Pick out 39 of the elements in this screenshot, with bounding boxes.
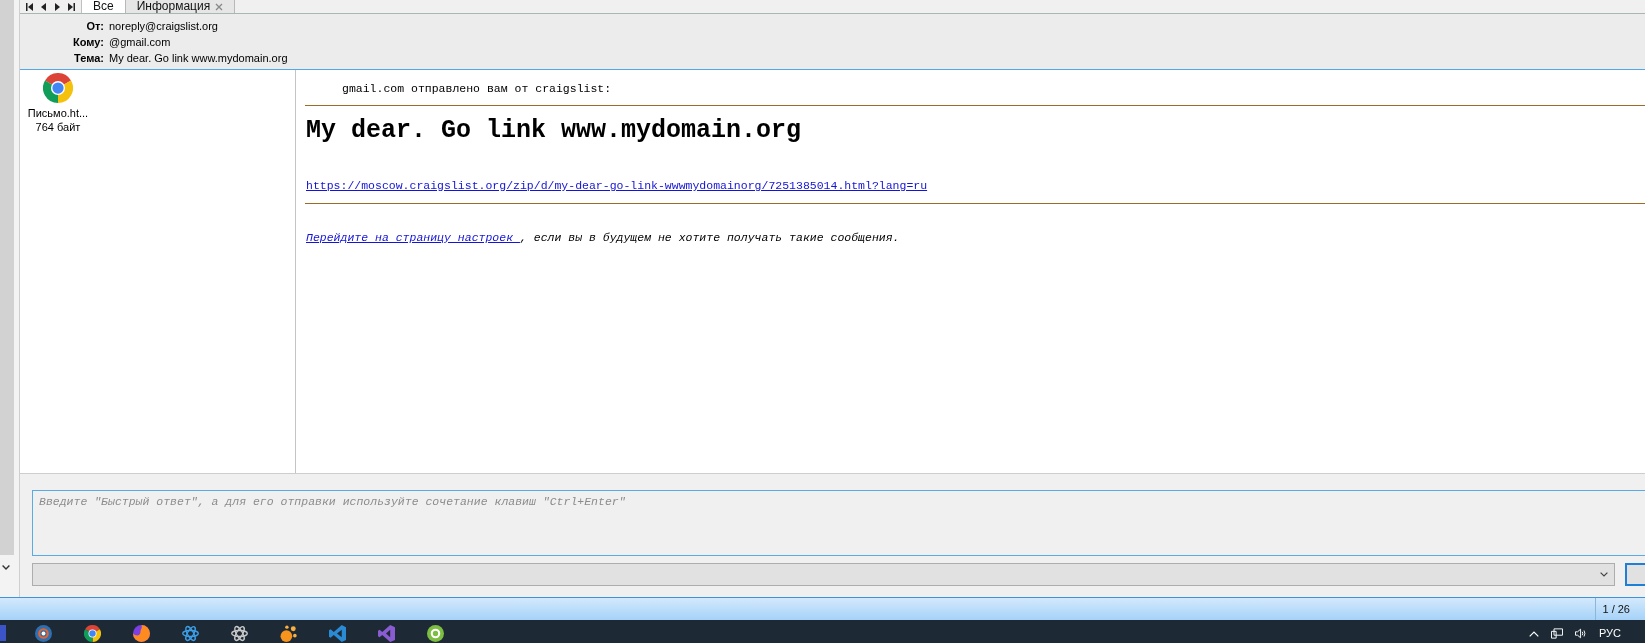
header-label: Тема: [73,51,104,66]
orbit-icon[interactable] [182,625,199,642]
skip-end-icon[interactable] [68,2,75,11]
attachment-size: 764 байт [35,120,81,134]
ring-icon[interactable] [427,625,444,642]
network-icon[interactable] [1550,628,1563,639]
listing-link[interactable]: https://moscow.craigslist.org/zip/d/my-dear-go-link-wwwmydomainorg/7251385014.html?lang=ru [306,179,928,192]
tab[interactable]: Информация [125,0,236,13]
speaker-icon[interactable] [1574,628,1587,639]
segmented-circle-icon[interactable] [84,625,101,642]
dropdown-field[interactable] [32,563,1615,586]
header-label: От: [85,19,104,34]
header-value: noreply@craigslist.org [109,19,219,34]
unsubscribe-text: Перейдите на страницу настроек , если вы в будущем не хотите получать такие сообщения. [306,231,901,245]
close-icon[interactable] [215,2,224,11]
triangle-right-icon[interactable] [54,2,61,11]
chevron-down-icon[interactable] [2,565,10,570]
language-indicator[interactable]: РУС [1598,627,1621,640]
intro-text: gmail.com отправлено вам от craigslist: [341,82,613,96]
aperture-icon[interactable] [35,625,52,642]
header-value: My dear. Go link www.mydomain.org [109,51,288,66]
attachment-name[interactable]: Письмо.ht... [27,106,89,120]
partial-button[interactable] [1625,563,1645,586]
ribbon-icon[interactable] [378,625,395,642]
app-tile-icon[interactable] [0,625,6,641]
settings-link[interactable]: Перейдите на страницу настроек [306,231,520,244]
ribbon-icon[interactable] [329,625,346,642]
chevron-up-icon[interactable] [1528,630,1539,637]
orbit-icon[interactable] [231,625,248,642]
two-tone-circle-icon[interactable] [133,625,150,642]
quick-reply-field[interactable]: Введите "Быстрый ответ", а для его отправки используйте сочетание клавиш "Ctrl+Enter" [32,490,1645,556]
tab[interactable]: Все [82,0,126,13]
header-value: @gmail.com [109,35,172,50]
message-heading: My dear. Go link www.mydomain.org [306,116,803,146]
caret-icon [1600,572,1608,577]
triangle-left-icon[interactable] [40,2,47,11]
sparkle-icon[interactable] [280,625,297,642]
header-label: Кому: [72,35,104,50]
skip-start-icon[interactable] [26,2,33,11]
